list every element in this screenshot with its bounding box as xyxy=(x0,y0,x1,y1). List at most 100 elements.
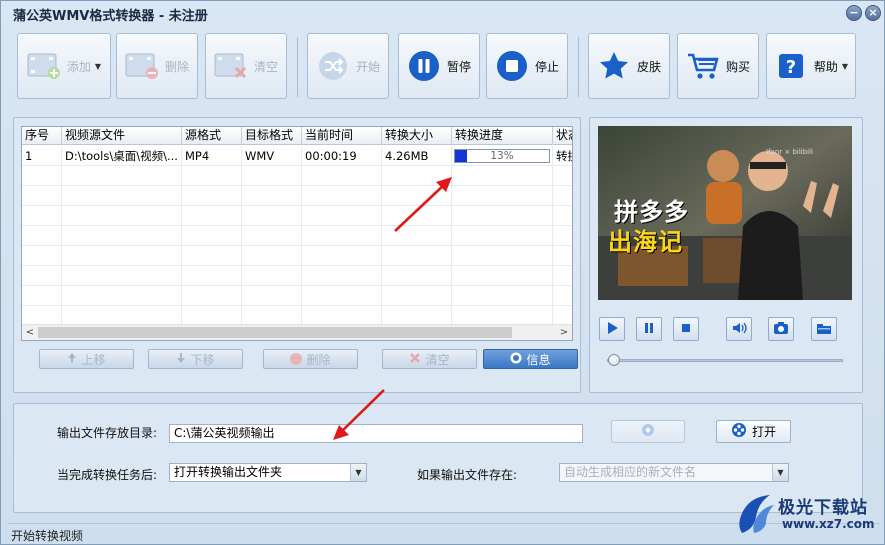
empty-cell xyxy=(22,186,62,206)
column-header[interactable]: 源格式 xyxy=(182,127,242,145)
empty-cell xyxy=(553,166,572,186)
scroll-right-icon[interactable]: > xyxy=(556,325,572,340)
empty-cell xyxy=(242,286,302,306)
preview-pause-button[interactable] xyxy=(636,317,662,341)
thumbnail-caption-2: 出海记 xyxy=(608,228,683,256)
skin-label: 皮肤 xyxy=(636,59,661,74)
column-header[interactable]: 状态 xyxy=(553,127,572,145)
file-table[interactable]: 序号 视频源文件 源格式 目标格式 当前时间 转换大小 转换进度 状态 1 D:… xyxy=(21,126,573,341)
info-button[interactable]: 信息 xyxy=(483,349,578,369)
empty-cell xyxy=(62,186,182,206)
watermark-logo-icon xyxy=(739,495,774,533)
empty-cell xyxy=(302,266,382,286)
empty-cell xyxy=(62,266,182,286)
stop-icon xyxy=(679,321,693,338)
column-header[interactable]: 当前时间 xyxy=(302,127,382,145)
add-button[interactable]: 添加 ▼ xyxy=(17,33,111,99)
volume-icon xyxy=(731,321,747,338)
shuffle-icon xyxy=(316,49,350,83)
pause-icon xyxy=(642,321,656,338)
arrow-down-icon xyxy=(176,352,186,367)
after-task-select[interactable]: 打开转换输出文件夹 ▼ xyxy=(169,463,367,482)
window-title: 蒲公英WMV格式转换器 - 未注册 xyxy=(13,9,208,24)
empty-cell xyxy=(553,246,572,266)
empty-cell xyxy=(182,166,242,186)
clear-label: 清空 xyxy=(253,59,278,74)
empty-cell xyxy=(242,206,302,226)
play-icon xyxy=(605,321,619,338)
empty-cell xyxy=(242,266,302,286)
table-header: 序号 视频源文件 源格式 目标格式 当前时间 转换大小 转换进度 状态 xyxy=(22,127,572,145)
close-button[interactable]: × xyxy=(865,5,881,21)
empty-cell xyxy=(242,226,302,246)
column-header[interactable]: 转换进度 xyxy=(452,127,553,145)
output-dir-field[interactable]: C:\蒲公英视频输出 xyxy=(169,424,583,443)
channel-tag: Ifanr × bilibili xyxy=(766,148,814,156)
clear-button[interactable]: 清空 xyxy=(205,33,287,99)
title-bar[interactable]: 蒲公英WMV格式转换器 - 未注册 − × xyxy=(1,1,884,25)
empty-row xyxy=(22,226,572,246)
preview-stop-button[interactable] xyxy=(673,317,699,341)
move-up-label: 上移 xyxy=(81,352,106,367)
watermark: 极光下载站 www.xz7.com xyxy=(736,489,876,541)
film-clear-icon xyxy=(214,49,248,83)
empty-cell xyxy=(182,206,242,226)
empty-cell xyxy=(62,166,182,186)
help-icon: ? xyxy=(774,49,808,83)
browse-button[interactable] xyxy=(611,420,685,443)
empty-cell xyxy=(182,226,242,246)
empty-cell xyxy=(302,226,382,246)
seek-slider[interactable] xyxy=(607,354,843,366)
open-button[interactable]: 打开 xyxy=(716,420,791,443)
column-header[interactable]: 序号 xyxy=(22,127,62,145)
buy-button[interactable]: 购买 xyxy=(677,33,759,99)
move-up-button[interactable]: 上移 xyxy=(39,349,134,369)
column-header[interactable]: 转换大小 xyxy=(382,127,452,145)
chevron-down-icon[interactable]: ▼ xyxy=(350,464,366,481)
file-exists-select[interactable]: 自动生成相应的新文件名 ▼ xyxy=(559,463,789,482)
play-button[interactable] xyxy=(599,317,625,341)
watermark-title: 极光下载站 xyxy=(778,498,868,518)
list-delete-button[interactable]: 删除 xyxy=(263,349,358,369)
move-down-button[interactable]: 下移 xyxy=(148,349,243,369)
progress-bar: 13% xyxy=(454,149,550,163)
skin-button[interactable]: 皮肤 xyxy=(588,33,670,99)
start-button[interactable]: 开始 xyxy=(307,33,389,99)
empty-cell xyxy=(302,286,382,306)
empty-cell xyxy=(553,306,572,326)
column-header[interactable]: 视频源文件 xyxy=(62,127,182,145)
empty-row xyxy=(22,206,572,226)
delete-button[interactable]: 删除 xyxy=(116,33,198,99)
empty-cell xyxy=(452,186,553,206)
empty-cell xyxy=(553,286,572,306)
empty-cell xyxy=(302,306,382,326)
cell-status: 转换 xyxy=(553,146,572,166)
open-folder-button[interactable] xyxy=(811,317,837,341)
column-header[interactable]: 目标格式 xyxy=(242,127,302,145)
stop-button[interactable]: 停止 xyxy=(486,33,568,99)
list-clear-label: 清空 xyxy=(425,352,450,367)
list-clear-button[interactable]: 清空 xyxy=(382,349,477,369)
snapshot-button[interactable] xyxy=(768,317,794,341)
chevron-down-icon[interactable]: ▼ xyxy=(772,464,788,481)
horizontal-scrollbar[interactable]: < > xyxy=(22,324,572,340)
empty-row xyxy=(22,186,572,206)
scroll-thumb[interactable] xyxy=(38,327,512,338)
empty-cell xyxy=(182,286,242,306)
move-down-label: 下移 xyxy=(190,352,215,367)
star-icon xyxy=(597,49,631,83)
table-row[interactable]: 1 D:\tools\桌面\视频\... MP4 WMV 00:00:19 4.… xyxy=(22,146,572,166)
empty-cell xyxy=(382,306,452,326)
pause-button[interactable]: 暂停 xyxy=(398,33,480,99)
seek-knob[interactable] xyxy=(608,354,620,366)
empty-cell xyxy=(242,306,302,326)
empty-cell xyxy=(382,286,452,306)
scroll-left-icon[interactable]: < xyxy=(22,325,38,340)
progress-text: 13% xyxy=(490,150,514,162)
volume-button[interactable] xyxy=(726,317,752,341)
minimize-button[interactable]: − xyxy=(846,5,862,21)
cell-current-time: 00:00:19 xyxy=(302,146,382,166)
empty-cell xyxy=(382,166,452,186)
empty-cell xyxy=(182,306,242,326)
help-button[interactable]: ? 帮助 ▼ xyxy=(766,33,856,99)
